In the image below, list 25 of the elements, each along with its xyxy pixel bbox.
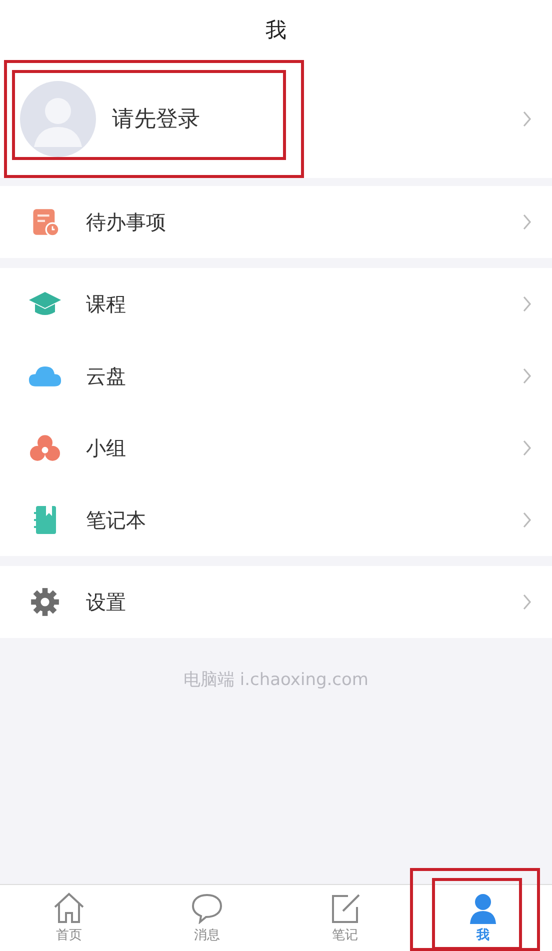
- chevron-icon: [522, 593, 532, 611]
- tab[interactable]: 笔记: [276, 885, 414, 951]
- website-note: 电脑端 i.chaoxing.com: [183, 669, 368, 690]
- menu-item[interactable]: 设置: [0, 566, 552, 638]
- chevron-icon: [522, 295, 532, 313]
- tab[interactable]: 消息: [138, 885, 276, 951]
- speech-bubble-icon: [190, 892, 224, 924]
- menu-item[interactable]: 小组: [0, 412, 552, 484]
- menu-item[interactable]: 云盘: [0, 340, 552, 412]
- page-title: 我: [266, 17, 286, 44]
- tab[interactable]: 我: [414, 885, 552, 951]
- tab[interactable]: 首页: [0, 885, 138, 951]
- menu-item[interactable]: 笔记本: [0, 484, 552, 556]
- chevron-icon: [522, 213, 532, 231]
- three-circles-icon: [28, 433, 62, 463]
- chevron-icon: [522, 367, 532, 385]
- menu-item[interactable]: 课程: [0, 268, 552, 340]
- settings-icon: [28, 587, 62, 617]
- chevron-icon: [522, 110, 532, 128]
- login-row[interactable]: 请先登录: [0, 60, 552, 178]
- chevron-icon: [522, 439, 532, 457]
- avatar-icon: [20, 81, 96, 157]
- chevron-icon: [522, 511, 532, 529]
- home-icon: [52, 892, 86, 924]
- menu-item[interactable]: 待办事项: [0, 186, 552, 258]
